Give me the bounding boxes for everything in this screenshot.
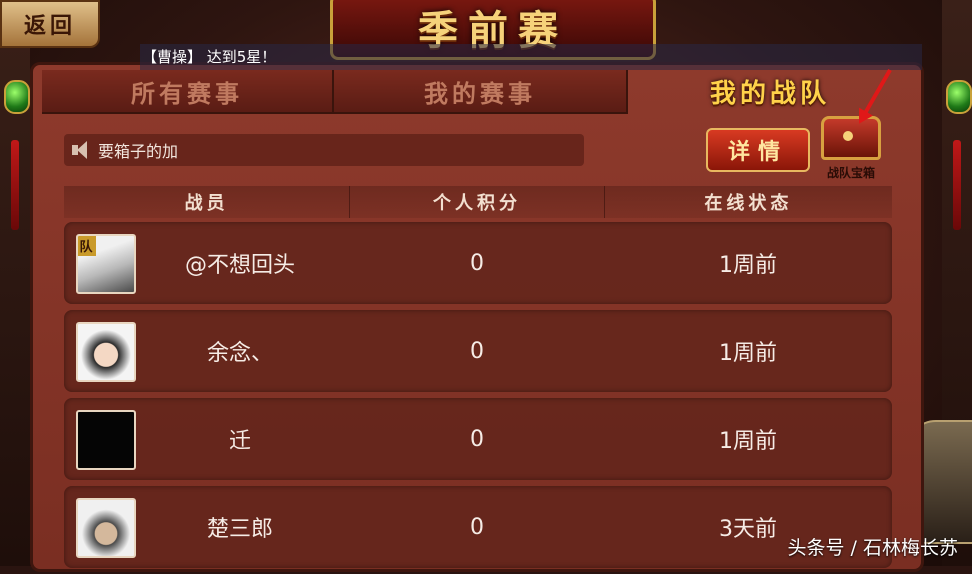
jade-ornament-icon bbox=[946, 80, 972, 114]
member-score: 0 bbox=[470, 426, 484, 452]
watermark: 头条号 / 石林梅长苏 bbox=[787, 537, 958, 559]
back-button[interactable]: 返回 bbox=[0, 0, 100, 48]
member-status: 1周前 bbox=[719, 253, 777, 278]
tab-bar: 所有赛事 我的赛事 我的战队 bbox=[42, 70, 908, 114]
member-score: 0 bbox=[470, 338, 484, 364]
member-name: 迁 bbox=[228, 429, 251, 454]
column-score: 个人积分 bbox=[350, 186, 605, 218]
tab-my-events[interactable]: 我的赛事 bbox=[334, 70, 628, 114]
member-name: 余念、 bbox=[206, 341, 273, 366]
avatar[interactable] bbox=[76, 322, 136, 382]
tassel-icon bbox=[953, 140, 961, 230]
column-member: 战员 bbox=[64, 186, 351, 218]
column-status: 在线状态 bbox=[604, 186, 892, 218]
table-row[interactable]: 迁 0 1周前 bbox=[64, 398, 892, 480]
jade-ornament-icon bbox=[4, 80, 30, 114]
member-name: 楚三郎 bbox=[206, 517, 273, 542]
table-row[interactable]: 队 @不想回头 0 1周前 bbox=[64, 222, 892, 304]
table-header: 战员 个人积分 在线状态 bbox=[64, 186, 892, 218]
treasure-chest-icon bbox=[821, 116, 881, 160]
broadcast-marquee: 【曹操】 达到5星！ bbox=[140, 44, 922, 70]
chest-label: 战队宝箱 bbox=[826, 166, 875, 180]
team-announcement: 要箱子的加 bbox=[64, 134, 584, 166]
member-score: 0 bbox=[470, 250, 484, 276]
captain-badge: 队 bbox=[78, 236, 96, 256]
member-status: 1周前 bbox=[719, 429, 777, 454]
details-button[interactable]: 详情 bbox=[706, 128, 810, 172]
avatar[interactable]: 队 bbox=[76, 234, 136, 294]
announcement-text: 要箱子的加 bbox=[98, 142, 179, 161]
member-name: @不想回头 bbox=[184, 253, 295, 278]
member-score: 0 bbox=[470, 514, 484, 540]
avatar[interactable] bbox=[76, 410, 136, 470]
member-list: 队 @不想回头 0 1周前 余念、 0 1周前 迁 0 1周前 楚三郎 0 3天… bbox=[64, 222, 892, 574]
speaker-icon bbox=[70, 139, 92, 161]
table-row[interactable]: 楚三郎 0 3天前 bbox=[64, 486, 892, 568]
left-frame-decoration bbox=[0, 0, 30, 566]
table-row[interactable]: 余念、 0 1周前 bbox=[64, 310, 892, 392]
tab-all-events[interactable]: 所有赛事 bbox=[42, 70, 334, 114]
member-status: 1周前 bbox=[719, 341, 777, 366]
avatar[interactable] bbox=[76, 498, 136, 558]
tassel-icon bbox=[11, 140, 19, 230]
team-chest-button[interactable]: 战队宝箱 bbox=[818, 116, 884, 182]
